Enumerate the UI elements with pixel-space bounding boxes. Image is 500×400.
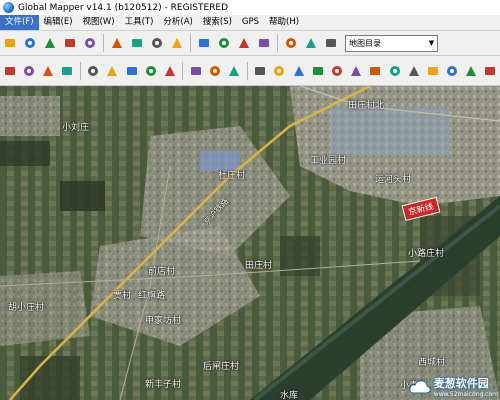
catalog-icon[interactable] (82, 35, 99, 52)
place-label: 水库 (280, 391, 299, 400)
toolbar-separator (277, 34, 278, 52)
crop-icon[interactable] (425, 61, 440, 80)
place-label: 小路庄村 (408, 249, 445, 259)
menu-view[interactable]: 视图(W) (78, 15, 120, 30)
place-label: 田庄村北 (348, 101, 385, 111)
arc-icon[interactable] (349, 61, 364, 80)
toolbar-separator (190, 34, 191, 52)
place-label: 西城村 (418, 358, 446, 368)
curve-icon[interactable] (329, 61, 344, 80)
title-bar: Global Mapper v14.1 (b120512) - REGISTER… (0, 0, 500, 16)
settings-icon[interactable] (483, 61, 498, 80)
toolbar-separator (103, 34, 104, 52)
cloud-logo-icon (409, 379, 431, 393)
toolbar-separator (246, 61, 248, 80)
place-label: 小刘庄 (62, 123, 90, 133)
config-icon[interactable] (62, 35, 79, 52)
digitize-icon[interactable] (303, 35, 320, 52)
place-label: 红旗路 (138, 291, 166, 301)
place-label: 前店村 (148, 267, 176, 277)
zoom-in-icon[interactable] (109, 35, 126, 52)
place-label: 胡小庄村 (8, 303, 45, 313)
combine-icon[interactable] (406, 61, 421, 80)
menu-file[interactable]: 文件(F) (0, 15, 39, 30)
pointer-icon[interactable] (196, 35, 213, 52)
digitizer-toolbar (0, 56, 500, 86)
point-tool-icon[interactable] (162, 61, 177, 80)
menu-bar: 文件(F) 编辑(E) 视图(W) 工具(T) 分析(A) 搜索(S) GPS … (0, 15, 500, 31)
menu-help[interactable]: 帮助(H) (264, 15, 304, 30)
tower2-icon[interactable] (291, 61, 306, 80)
full-view-icon[interactable] (169, 35, 186, 52)
open-folder-icon[interactable] (2, 35, 19, 52)
place-label: 杜庄村 (218, 171, 246, 181)
world-globe-icon[interactable] (42, 35, 59, 52)
main-toolbar: 地图目录 ▼ (0, 31, 500, 56)
place-label: 贾村 (113, 291, 132, 301)
shape-icon[interactable] (310, 61, 325, 80)
place-label: 申家坊村 (145, 316, 182, 326)
merge-icon[interactable] (445, 61, 460, 80)
watermark-url: www.52maicong.com (433, 391, 498, 398)
area-tool-icon[interactable] (124, 61, 139, 80)
split-icon[interactable] (105, 61, 120, 80)
grid-tool-icon[interactable] (143, 61, 158, 80)
chevron-down-icon[interactable]: ▼ (426, 36, 437, 51)
zoom-out-icon[interactable] (129, 35, 146, 52)
info-icon[interactable] (256, 35, 273, 52)
menu-search[interactable]: 搜索(S) (198, 15, 237, 30)
menu-analysis[interactable]: 分析(A) (158, 15, 197, 30)
road-icon[interactable] (368, 61, 383, 80)
cut-icon[interactable] (387, 61, 402, 80)
zoom-extent-icon[interactable] (149, 35, 166, 52)
label-tool-icon[interactable] (227, 61, 242, 80)
move-icon[interactable] (207, 61, 222, 80)
place-label: 新丰子村 (145, 380, 182, 390)
menu-edit[interactable]: 编辑(E) (39, 15, 78, 30)
window-title: Global Mapper v14.1 (b120512) - REGISTER… (18, 2, 228, 13)
globe-app-icon (3, 2, 14, 13)
feature-edit-icon[interactable] (86, 61, 101, 80)
menu-tools[interactable]: 工具(T) (120, 15, 159, 30)
watermark-title: 麦葱软件园 (433, 377, 489, 390)
place-label: 工业园村 (310, 156, 347, 166)
path-profile-icon[interactable] (2, 61, 17, 80)
toolbar-separator (79, 61, 81, 80)
contour-icon[interactable] (60, 61, 75, 80)
draw-line-icon[interactable] (253, 61, 268, 80)
area-edit-icon[interactable] (464, 61, 479, 80)
watermark: 麦葱软件园 www.52maicong.com (409, 375, 498, 398)
view-shed-icon[interactable] (21, 61, 36, 80)
save-icon[interactable] (22, 35, 39, 52)
pan-hand-icon[interactable] (216, 35, 233, 52)
menu-gps[interactable]: GPS (237, 15, 264, 30)
measure-icon[interactable] (236, 35, 253, 52)
image-icon[interactable] (283, 35, 300, 52)
layer-select-value: 地图目录 (349, 38, 381, 48)
map-view[interactable]: 京新线 京沪铁路 田庄村北 小刘庄 工业园村 杜庄村 运河头村 田庄村 小路庄村 前店村 贾村红… (0, 86, 500, 400)
toolbar-separator (182, 61, 184, 80)
line-tool-icon[interactable] (40, 61, 55, 80)
place-label: 后闸庄村 (203, 362, 240, 372)
3d-view-icon[interactable] (323, 35, 340, 52)
tower-icon[interactable] (272, 61, 287, 80)
satellite-imagery (0, 86, 500, 400)
vertex-icon[interactable] (188, 61, 203, 80)
layer-select[interactable]: 地图目录 ▼ (345, 34, 438, 52)
place-label: 运河头村 (375, 175, 412, 185)
place-label: 田庄村 (245, 261, 273, 271)
